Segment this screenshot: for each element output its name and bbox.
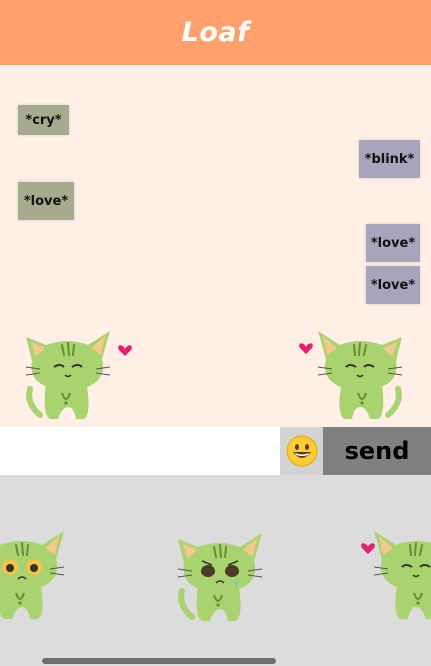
cat-love-icon	[299, 323, 416, 423]
cat-crying-sticker[interactable]	[170, 525, 280, 625]
sticker-tray[interactable]	[0, 475, 431, 666]
message-bubble: *love*	[366, 266, 420, 304]
horizontal-scrollbar[interactable]	[42, 658, 276, 664]
message-bubble: *love*	[366, 224, 420, 262]
message-input[interactable]	[0, 427, 280, 475]
chat-area: *cry* *blink* *love* *love* *love*	[0, 65, 431, 427]
message-composer: send	[0, 427, 431, 475]
message-bubble: *cry*	[18, 105, 69, 135]
cat-love-icon	[18, 323, 132, 423]
app-header: Loaf	[0, 0, 431, 65]
cat-love-sticker[interactable]	[356, 523, 431, 623]
send-button[interactable]: send	[323, 427, 431, 475]
cat-shocked-sticker[interactable]	[0, 523, 82, 623]
emoji-button[interactable]	[280, 427, 323, 475]
page-title: Loaf	[181, 17, 250, 48]
message-bubble: *blink*	[359, 140, 420, 178]
message-bubble: *love*	[18, 182, 74, 220]
grinning-face-icon	[286, 435, 317, 467]
